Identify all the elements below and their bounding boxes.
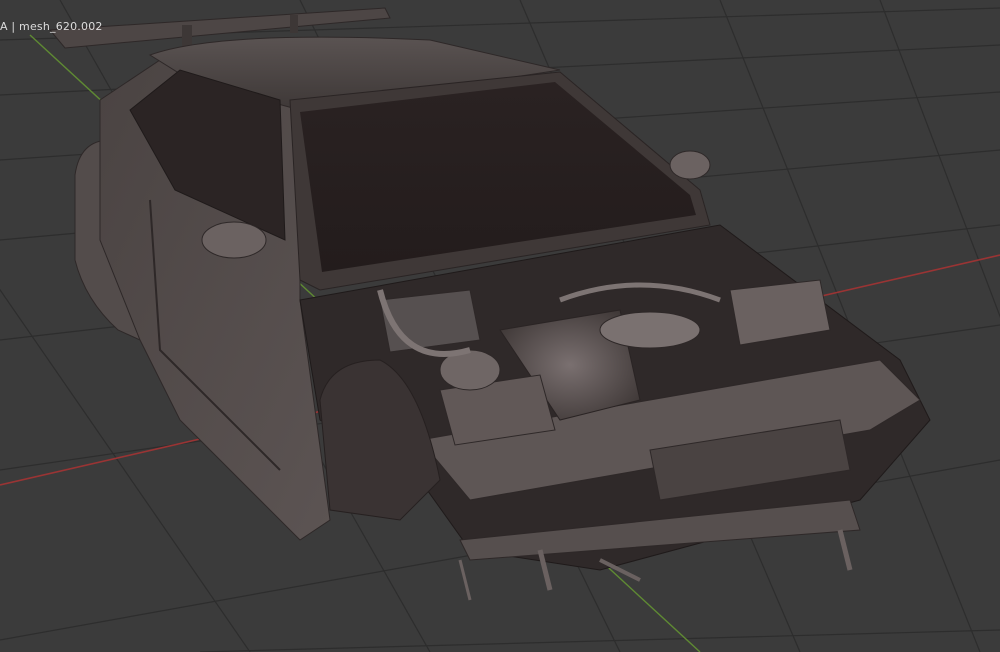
left-mirror [201,221,267,259]
right-mirror [669,150,711,180]
active-object-label: A | mesh_620.002 [0,20,103,33]
car-mesh[interactable] [48,7,931,601]
viewport-scene[interactable] [0,0,1000,652]
spoiler-mount [182,25,192,47]
3d-viewport[interactable]: A | mesh_620.002 [0,0,1000,652]
air-intake [599,311,701,349]
